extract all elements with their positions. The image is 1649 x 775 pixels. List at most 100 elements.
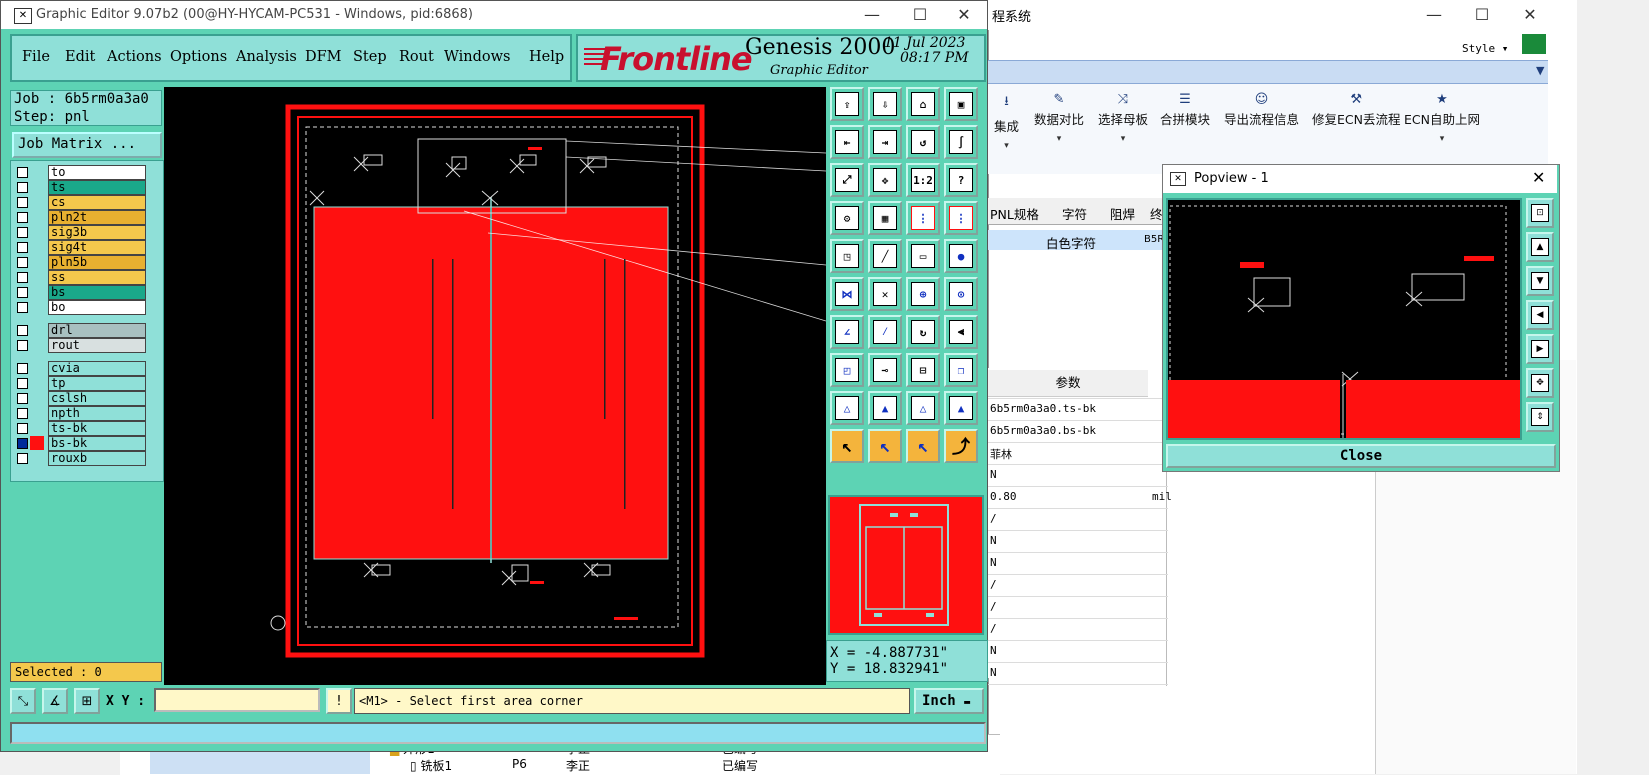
menu-help[interactable]: Help xyxy=(529,49,564,65)
param-value[interactable]: / xyxy=(990,600,997,613)
layer-row-cvia[interactable]: cvia xyxy=(14,361,146,376)
layer-row-tp[interactable]: tp xyxy=(14,376,146,391)
line-tool-tool-button[interactable]: ∠ xyxy=(830,315,864,349)
save-tool-button[interactable]: ⇩ xyxy=(868,87,902,121)
layer-checkbox[interactable] xyxy=(17,227,28,238)
menu-file[interactable]: File xyxy=(22,49,50,65)
scale-tool-button[interactable]: 1:2 xyxy=(906,163,940,197)
layer-name[interactable]: bo xyxy=(48,300,146,315)
menu-actions[interactable]: Actions xyxy=(107,49,162,65)
param-value[interactable]: N xyxy=(990,556,997,569)
unit-selector[interactable]: Inch ▬ xyxy=(914,688,984,714)
ribbon-collapse-icon[interactable]: ▼ xyxy=(1536,64,1544,77)
layer-row-pln2t[interactable]: pln2t xyxy=(14,210,146,225)
layer-name[interactable]: rouxb xyxy=(48,451,146,466)
param-value[interactable]: / xyxy=(990,578,997,591)
param-value[interactable]: N xyxy=(990,666,997,679)
popview-canvas[interactable] xyxy=(1166,198,1522,440)
layer-name[interactable]: cslsh xyxy=(48,391,146,406)
tab-other[interactable]: 终 xyxy=(1150,204,1163,223)
overview-map[interactable] xyxy=(828,495,984,635)
tab-soldermask[interactable]: 阻焊 xyxy=(1110,204,1135,223)
pv-zoom-out-icon[interactable]: ⇕ xyxy=(1526,402,1554,432)
toolbar-item-merge-module[interactable]: ☰ 合拼模块 xyxy=(1160,92,1210,128)
layer-checkbox[interactable] xyxy=(17,287,28,298)
layer-checkbox[interactable] xyxy=(17,453,28,464)
pv-pan-down-icon[interactable]: ▼ xyxy=(1526,266,1554,296)
param-value[interactable]: N xyxy=(990,644,997,657)
layer-color-swatch[interactable] xyxy=(30,225,44,239)
job-matrix-button[interactable]: Job Matrix ... xyxy=(12,132,162,158)
param-value[interactable]: 6b5rm0a3a0.ts-bk xyxy=(990,402,1096,415)
pv-zoom-fit-icon[interactable]: ⊡ xyxy=(1526,198,1554,228)
layer-color-swatch[interactable] xyxy=(30,270,44,284)
menu-edit[interactable]: Edit xyxy=(65,49,95,65)
maximize-button[interactable]: ☐ xyxy=(900,0,940,28)
pv-pan-right-icon[interactable]: ▶ xyxy=(1526,334,1554,364)
layer-name[interactable]: to xyxy=(48,165,146,180)
pv-zoom-in-icon[interactable]: ✥ xyxy=(1526,368,1554,398)
layer-checkbox[interactable] xyxy=(17,182,28,193)
layer-name[interactable]: npth xyxy=(48,406,146,421)
layer-color-swatch[interactable] xyxy=(30,436,44,450)
layer-checkbox[interactable] xyxy=(17,272,28,283)
polygon-tool-button[interactable]: ◰ xyxy=(830,353,864,387)
minimize-button[interactable]: — xyxy=(852,0,892,28)
delete-tool-button[interactable]: ✕ xyxy=(868,277,902,311)
layer-color-swatch[interactable] xyxy=(30,240,44,254)
layer-row-rout[interactable]: rout xyxy=(14,338,146,353)
layer-checkbox[interactable] xyxy=(17,257,28,268)
layer-color-swatch[interactable] xyxy=(30,323,44,337)
pv-pan-up-icon[interactable]: ▲ xyxy=(1526,232,1554,262)
layer-row-bo[interactable]: bo xyxy=(14,300,146,315)
layer-color-swatch[interactable] xyxy=(30,361,44,375)
tab-silkscreen[interactable]: 字符 xyxy=(1062,204,1087,223)
param-value[interactable]: 菲林 xyxy=(990,446,1012,462)
layer-row-drl[interactable]: drl xyxy=(14,323,146,338)
layer-name[interactable]: cvia xyxy=(48,361,146,376)
copy-tool-button[interactable]: ❐ xyxy=(944,353,978,387)
layer-color-swatch[interactable] xyxy=(30,180,44,194)
measure-icon[interactable]: ∡ xyxy=(42,688,68,714)
toolbar-item-integrate[interactable]: ⭳ 集成 ▾ xyxy=(994,92,1019,151)
menu-windows[interactable]: Windows xyxy=(444,49,511,65)
snap-on-tool-button[interactable]: ⋮ xyxy=(906,201,940,235)
param-value[interactable]: 0.80 xyxy=(990,490,1017,503)
toolbar-item-export-flow[interactable]: ☺ 导出流程信息 xyxy=(1224,92,1299,128)
bg-minimize-button[interactable]: — xyxy=(1414,0,1454,28)
menu-dfm[interactable]: DFM xyxy=(305,49,342,65)
popview-close-button[interactable]: Close xyxy=(1166,444,1556,468)
triangle-d-tool-button[interactable]: ▲ xyxy=(944,391,978,425)
measure-box-tool-button[interactable]: ⊟ xyxy=(906,353,940,387)
triangle-c-tool-button[interactable]: △ xyxy=(906,391,940,425)
layer-row-ss[interactable]: ss xyxy=(14,270,146,285)
layer-checkbox[interactable] xyxy=(17,408,28,419)
layer-color-swatch[interactable] xyxy=(30,165,44,179)
layer-color-swatch[interactable] xyxy=(30,195,44,209)
settings-tool-button[interactable]: ⚙ xyxy=(830,201,864,235)
graphics-canvas[interactable] xyxy=(164,87,827,685)
toolbar-item-ecn-self-service[interactable]: ★ ECN自助上网 ▾ xyxy=(1404,92,1480,144)
layer-checkbox[interactable] xyxy=(17,438,28,449)
move-pad-tool-button[interactable]: ⊙ xyxy=(944,277,978,311)
param-value[interactable]: N xyxy=(990,468,997,481)
pointer-add-tool-button[interactable]: ↖ xyxy=(868,429,902,463)
route-tool-button[interactable]: ⤴ xyxy=(944,429,978,463)
layer-color-swatch[interactable] xyxy=(30,285,44,299)
layer-row-ts[interactable]: ts xyxy=(14,180,146,195)
draw-line-tool-button[interactable]: ╱ xyxy=(868,239,902,273)
layer-name[interactable]: bs-bk xyxy=(48,436,146,451)
tab-pnl-spec[interactable]: PNL规格 xyxy=(990,204,1039,223)
layer-color-swatch[interactable] xyxy=(30,406,44,420)
layer-name[interactable]: ts-bk xyxy=(48,421,146,436)
layer-row-npth[interactable]: npth xyxy=(14,406,146,421)
toolbar-item-compare[interactable]: ✎ 数据对比 ▾ xyxy=(1034,92,1084,144)
layer-checkbox[interactable] xyxy=(17,242,28,253)
layer-color-swatch[interactable] xyxy=(30,451,44,465)
undo-redraw-tool-button[interactable]: ↺ xyxy=(906,125,940,159)
net-tool-button[interactable]: ⋈ xyxy=(830,277,864,311)
xy-input[interactable] xyxy=(154,688,320,712)
param-value[interactable]: 6b5rm0a3a0.bs-bk xyxy=(990,424,1096,437)
layer-row-cslsh[interactable]: cslsh xyxy=(14,391,146,406)
pv-pan-left-icon[interactable]: ◀ xyxy=(1526,300,1554,330)
